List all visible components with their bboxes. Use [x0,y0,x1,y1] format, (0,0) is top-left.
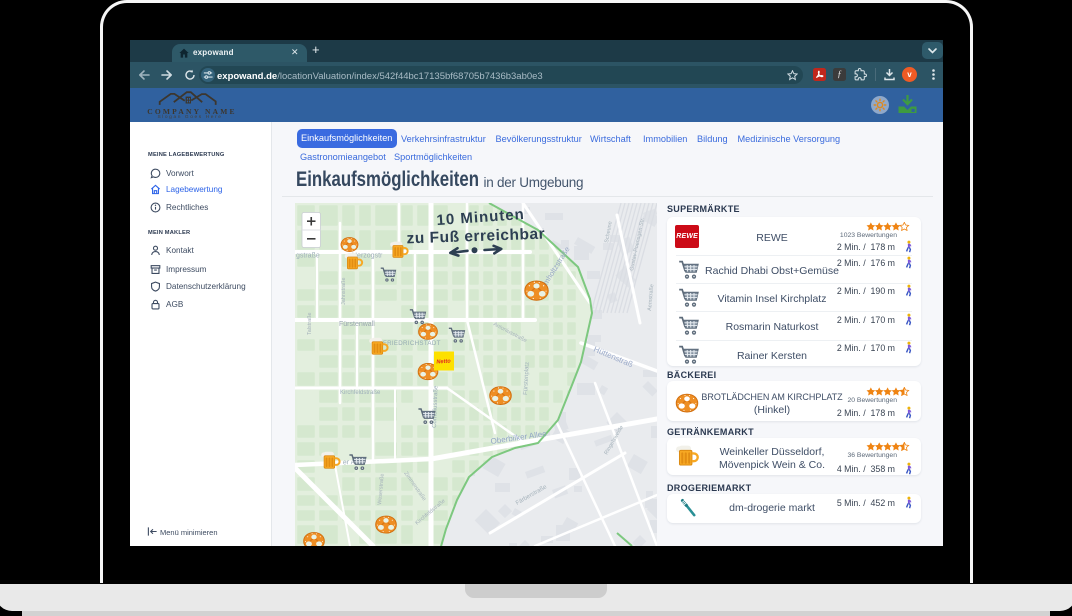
svg-text:gstraße: gstraße [296,253,320,260]
svg-text:Talstraße: Talstraße [307,312,313,335]
svg-text:Netto: Netto [436,358,451,365]
svg-text:Kirchfeldstraße: Kirchfeldstraße [340,390,381,396]
svg-text:Jahnstraße: Jahnstraße [341,277,347,305]
svg-text:Fürstenwall: Fürstenwall [339,321,375,328]
svg-text:FRIEDRICHSTADT: FRIEDRICHSTADT [383,340,441,347]
